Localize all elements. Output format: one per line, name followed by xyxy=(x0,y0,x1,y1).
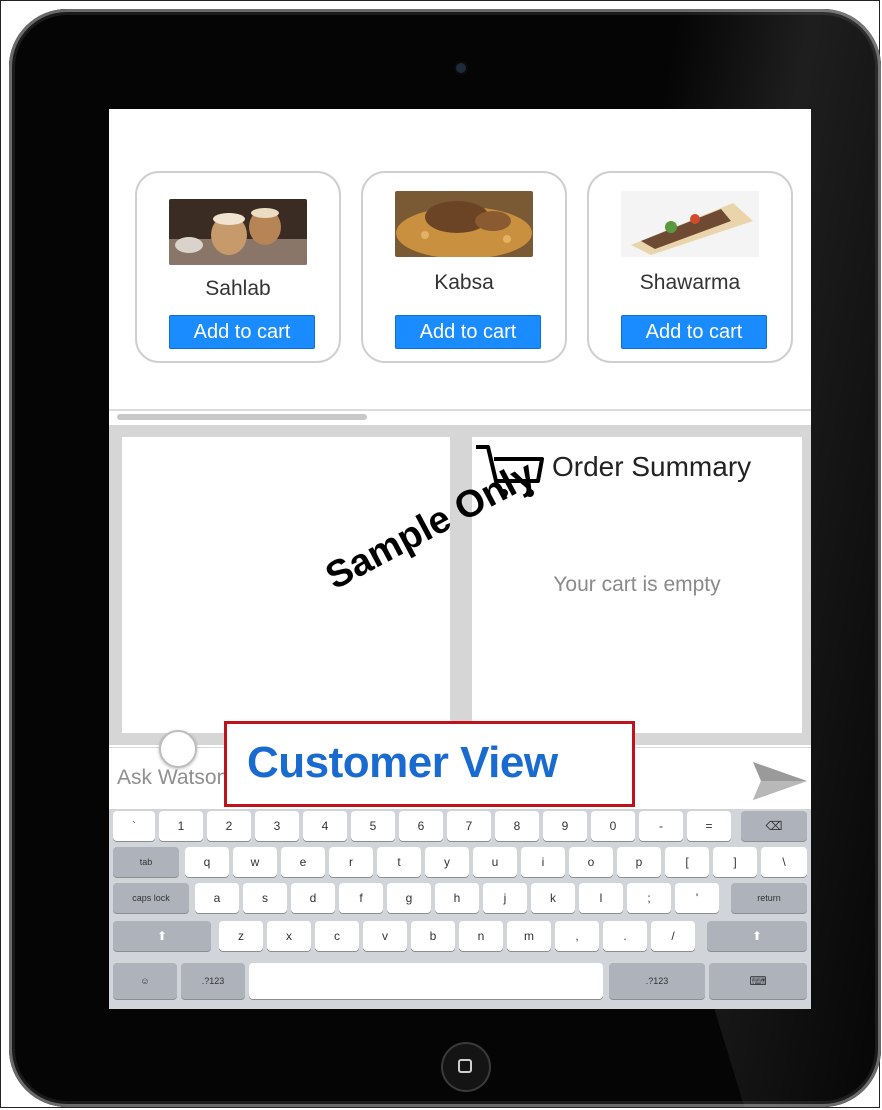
key[interactable]: 8 xyxy=(495,811,539,841)
shift-key-left[interactable]: ⬆ xyxy=(113,921,211,951)
key[interactable]: o xyxy=(569,847,613,877)
key[interactable]: ` xyxy=(113,811,155,841)
key[interactable]: 1 xyxy=(159,811,203,841)
key[interactable]: x xyxy=(267,921,311,951)
home-square-icon xyxy=(458,1059,472,1073)
return-key[interactable]: return xyxy=(731,883,807,913)
customer-view-label: Customer View xyxy=(247,738,558,787)
cart-empty-message: Your cart is empty xyxy=(553,573,721,596)
key[interactable]: = xyxy=(687,811,731,841)
key[interactable]: g xyxy=(387,883,431,913)
key[interactable]: 2 xyxy=(207,811,251,841)
key[interactable]: y xyxy=(425,847,469,877)
key[interactable]: - xyxy=(639,811,683,841)
kabsa-image xyxy=(395,191,533,257)
key[interactable]: h xyxy=(435,883,479,913)
menu-item-name: Kabsa xyxy=(434,271,494,294)
key[interactable]: t xyxy=(377,847,421,877)
key[interactable]: z xyxy=(219,921,263,951)
key[interactable]: c xyxy=(315,921,359,951)
key[interactable]: w xyxy=(233,847,277,877)
key[interactable]: e xyxy=(281,847,325,877)
key[interactable]: f xyxy=(339,883,383,913)
key[interactable]: ] xyxy=(713,847,757,877)
add-to-cart-button[interactable]: Add to cart xyxy=(395,315,541,349)
key[interactable]: 4 xyxy=(303,811,347,841)
toggle-handle[interactable] xyxy=(159,730,197,768)
key[interactable]: 5 xyxy=(351,811,395,841)
app-screen: Sahlab Add to cart Kabsa Add to cart Sha… xyxy=(109,109,811,1009)
key[interactable]: ; xyxy=(627,883,671,913)
menu-carousel: Sahlab Add to cart Kabsa Add to cart Sha… xyxy=(109,109,811,409)
key[interactable]: ' xyxy=(675,883,719,913)
key[interactable]: , xyxy=(555,921,599,951)
key[interactable]: a xyxy=(195,883,239,913)
menu-item-name: Sahlab xyxy=(205,277,271,300)
menu-card-sahlab: Sahlab Add to cart xyxy=(135,171,341,363)
sahlab-image xyxy=(169,199,307,265)
send-icon[interactable] xyxy=(751,758,809,804)
section-divider xyxy=(109,409,811,411)
add-to-cart-button[interactable]: Add to cart xyxy=(169,315,315,349)
chat-panel xyxy=(122,437,450,733)
shift-key-right[interactable]: ⬆ xyxy=(707,921,807,951)
customer-view-highlight: Customer View xyxy=(224,721,635,807)
menu-card-shawarma: Shawarma Add to cart xyxy=(587,171,793,363)
key[interactable]: p xyxy=(617,847,661,877)
order-summary-title: Order Summary xyxy=(552,451,752,482)
tab-key[interactable]: tab xyxy=(113,847,179,877)
key[interactable]: 0 xyxy=(591,811,635,841)
horizontal-scrollbar[interactable] xyxy=(117,414,367,420)
key[interactable]: i xyxy=(521,847,565,877)
hide-keyboard-key[interactable]: ⌨ xyxy=(709,963,807,999)
key[interactable]: n xyxy=(459,921,503,951)
shawarma-image xyxy=(621,191,759,257)
caps-lock-key[interactable]: caps lock xyxy=(113,883,189,913)
key[interactable]: 9 xyxy=(543,811,587,841)
key[interactable]: \ xyxy=(761,847,807,877)
lower-panels: Order Summary Your cart is empty xyxy=(109,425,811,745)
numbers-key-right[interactable]: .?123 xyxy=(609,963,705,999)
add-to-cart-button[interactable]: Add to cart xyxy=(621,315,767,349)
front-camera xyxy=(456,63,466,73)
emoji-key[interactable]: ☺ xyxy=(113,963,177,999)
key[interactable]: 7 xyxy=(447,811,491,841)
key[interactable]: u xyxy=(473,847,517,877)
menu-card-kabsa: Kabsa Add to cart xyxy=(361,171,567,363)
key[interactable]: / xyxy=(651,921,695,951)
backspace-key[interactable]: ⌫ xyxy=(741,811,807,841)
onscreen-keyboard: ` 1 2 3 4 5 6 7 8 9 0 - = ⌫ tab q w e r xyxy=(109,809,811,1009)
key[interactable]: d xyxy=(291,883,335,913)
home-button[interactable] xyxy=(441,1042,491,1092)
menu-item-name: Shawarma xyxy=(639,271,741,294)
key[interactable]: b xyxy=(411,921,455,951)
space-bar[interactable] xyxy=(249,963,603,999)
key[interactable]: v xyxy=(363,921,407,951)
image-frame: Sahlab Add to cart Kabsa Add to cart Sha… xyxy=(0,0,881,1108)
chat-input-placeholder[interactable]: Ask Watson xyxy=(117,766,228,790)
key[interactable]: j xyxy=(483,883,527,913)
key[interactable]: l xyxy=(579,883,623,913)
key[interactable]: . xyxy=(603,921,647,951)
numbers-key-left[interactable]: .?123 xyxy=(181,963,245,999)
key[interactable]: 6 xyxy=(399,811,443,841)
key[interactable]: 3 xyxy=(255,811,299,841)
key[interactable]: k xyxy=(531,883,575,913)
key[interactable]: m xyxy=(507,921,551,951)
key[interactable]: s xyxy=(243,883,287,913)
key[interactable]: q xyxy=(185,847,229,877)
key[interactable]: [ xyxy=(665,847,709,877)
key[interactable]: r xyxy=(329,847,373,877)
